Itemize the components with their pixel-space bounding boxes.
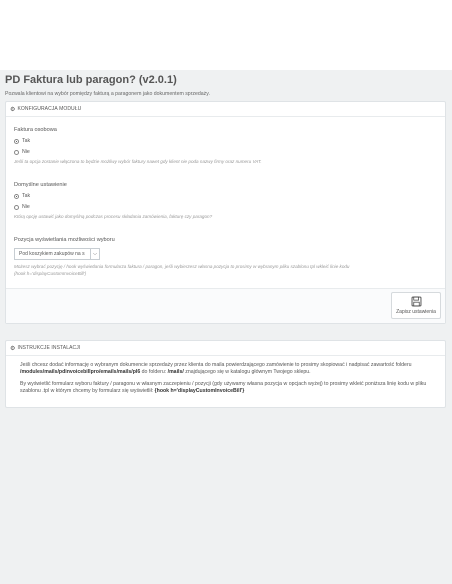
save-settings-button[interactable]: Zapisz ustawienia [391,292,441,319]
invoice-field-label: Faktura osobowa [14,127,57,133]
instructions-paragraph-1: Jeśli chcesz dodać informację o wybranym… [20,362,436,377]
gears-icon: ⚙ [10,345,16,352]
radio-checked-icon[interactable] [14,193,19,199]
instr-path: /mails/ [167,369,184,376]
radio-unchecked-icon[interactable] [14,149,19,155]
position-field-help: Możesz wybrać pozycję / hook wyświetlani… [14,264,434,277]
position-select[interactable]: Pod koszykiem zakupów na s ⌵ [14,248,100,260]
invoice-option-no-label: Nie [22,149,30,155]
top-blank-area [0,0,452,70]
chevron-down-icon[interactable]: ⌵ [90,249,99,259]
floppy-disk-icon [411,296,421,307]
radio-checked-icon[interactable] [14,138,19,144]
position-field-label: Pozycja wyświetlania możliwości wyboru [14,237,115,243]
default-option-no[interactable]: Nie [14,204,30,210]
position-help-line1: Możesz wybrać pozycję / hook wyświetlani… [14,264,350,269]
invoice-option-yes-label: Tak [22,138,31,144]
config-panel: ⚙ KONFIGURACJA MODUŁU Faktura osobowa Ta… [5,101,446,324]
page-title: PD Faktura lub paragon? (v2.0.1) [5,74,177,86]
instr-text: do folderu: [140,369,168,376]
default-option-yes[interactable]: Tak [14,193,30,199]
position-select-value: Pod koszykiem zakupów na s [19,251,85,257]
default-field-label: Domyślne ustawienie [14,182,67,188]
gears-icon: ⚙ [10,106,16,113]
config-panel-footer: Zapisz ustawienia [6,288,445,323]
instr-hook-code: {hook h='displayCustomInvoiceBill'} [154,388,245,395]
default-option-yes-label: Tak [22,193,31,199]
default-option-no-label: Nie [22,204,30,210]
invoice-field-help: Jeśli ta opcja zostanie włączona to będz… [14,159,262,164]
instructions-panel-title: INSTRUKCJE INSTALACJI [17,345,81,351]
instructions-panel-heading: ⚙ INSTRUKCJE INSTALACJI [6,341,445,356]
instr-path: /modules/mails/pdinvoicebillpro/emails/m… [20,369,141,376]
instr-text: znajdującego się w katalogu głównym Twoj… [183,369,311,376]
instr-text: Jeśli chcesz dodać informację o wybranym… [20,362,412,368]
default-field-help: Którą opcję ustawić jako domyślną podcza… [14,214,213,219]
invoice-option-yes[interactable]: Tak [14,138,30,144]
invoice-option-no[interactable]: Nie [14,149,30,155]
save-settings-label: Zapisz ustawienia [396,309,436,315]
radio-unchecked-icon[interactable] [14,204,19,210]
position-help-line2: {hook h='displayCustomInvoiceBill'} [14,270,87,276]
instructions-paragraph-2: By wyświetlić formularz wyboru faktury /… [20,381,436,396]
instructions-panel: ⚙ INSTRUKCJE INSTALACJI Jeśli chcesz dod… [5,340,446,408]
config-panel-heading: ⚙ KONFIGURACJA MODUŁU [6,102,445,117]
page-description: Pozwala klientowi na wybór pomiędzy fakt… [5,91,210,97]
config-panel-title: KONFIGURACJA MODUŁU [17,106,82,112]
